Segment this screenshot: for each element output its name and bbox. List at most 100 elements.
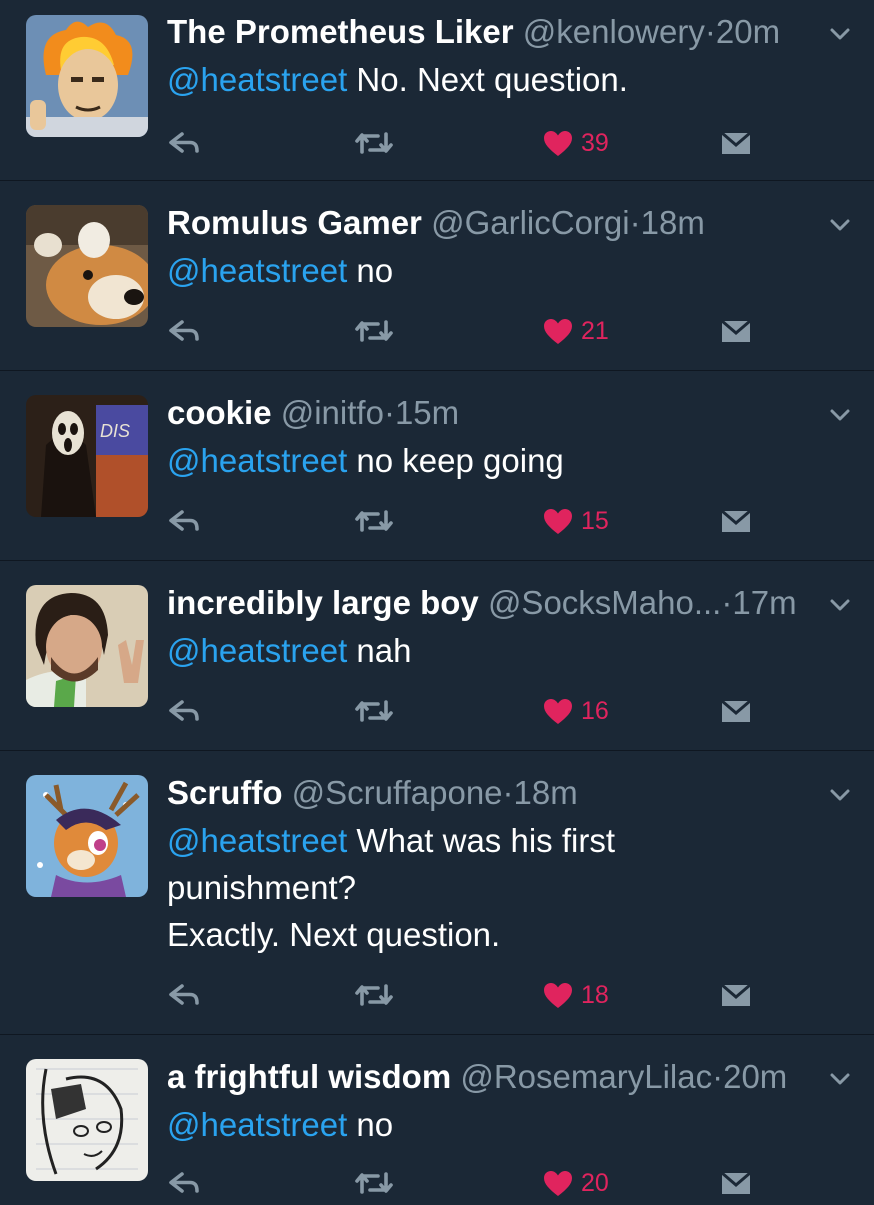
heart-icon	[543, 508, 573, 535]
reply-button[interactable]	[168, 691, 200, 731]
message-button[interactable]	[720, 123, 752, 163]
like-button[interactable]: 15	[543, 501, 609, 541]
chevron-down-icon[interactable]	[828, 783, 852, 807]
reply-icon	[168, 131, 200, 155]
heart-icon	[543, 1170, 573, 1197]
separator-dot: ·	[712, 1058, 724, 1095]
user-handle[interactable]: @kenlowery	[523, 13, 705, 50]
timestamp[interactable]: 20m	[716, 13, 780, 50]
chevron-down-icon[interactable]	[828, 1067, 852, 1091]
reply-button[interactable]	[168, 123, 200, 163]
like-count: 21	[581, 316, 609, 345]
avatar[interactable]	[26, 585, 148, 707]
timestamp[interactable]: 15m	[395, 394, 459, 431]
display-name[interactable]: cookie	[167, 394, 272, 431]
chevron-down-icon[interactable]	[828, 593, 852, 617]
tweet-text: @heatstreet no	[167, 247, 844, 294]
timestamp[interactable]: 17m	[732, 584, 796, 621]
tweet-actions: 21	[0, 311, 874, 351]
message-button[interactable]	[720, 691, 752, 731]
avatar[interactable]	[26, 205, 148, 327]
reply-button[interactable]	[168, 975, 200, 1015]
retweet-button[interactable]	[354, 311, 394, 351]
tweet-text-line: No. Next question.	[347, 61, 628, 98]
message-icon	[720, 698, 752, 724]
message-icon	[720, 508, 752, 534]
tweet-text-line: no	[347, 1106, 394, 1143]
timestamp[interactable]: 18m	[641, 204, 705, 241]
avatar[interactable]: DIS	[26, 395, 148, 517]
retweet-icon	[354, 318, 394, 344]
retweet-button[interactable]	[354, 691, 394, 731]
chevron-down-icon[interactable]	[828, 22, 852, 46]
display-name[interactable]: Romulus Gamer	[167, 204, 422, 241]
avatar[interactable]	[26, 15, 148, 137]
tweet-text-line: What was his first	[347, 822, 615, 859]
chevron-down-icon[interactable]	[828, 403, 852, 427]
separator-dot: ·	[721, 584, 733, 621]
timestamp[interactable]: 18m	[514, 774, 578, 811]
reply-button[interactable]	[168, 501, 200, 541]
message-icon	[720, 318, 752, 344]
tweet[interactable]: Romulus Gamer @GarlicCorgi·18m @heatstre…	[0, 181, 874, 371]
like-count: 18	[581, 980, 609, 1009]
mention-link[interactable]: @heatstreet	[167, 442, 347, 479]
like-button[interactable]: 18	[543, 975, 609, 1015]
tweet-actions: 20	[0, 1163, 874, 1203]
retweet-button[interactable]	[354, 123, 394, 163]
retweet-icon	[354, 130, 394, 156]
like-button[interactable]: 39	[543, 123, 609, 163]
tweet-feed: The Prometheus Liker @kenlowery·20m @hea…	[0, 0, 874, 1205]
user-handle[interactable]: @RosemaryLilac	[460, 1058, 712, 1095]
tweet[interactable]: DIS cookie @initfo·15m @heatstreet no ke…	[0, 371, 874, 561]
user-handle[interactable]: @GarlicCorgi	[431, 204, 630, 241]
retweet-icon	[354, 508, 394, 534]
tweet-text: @heatstreet What was his first punishmen…	[167, 817, 844, 958]
user-handle[interactable]: @SocksMaho...	[488, 584, 721, 621]
like-button[interactable]: 20	[543, 1163, 609, 1203]
reply-button[interactable]	[168, 1163, 200, 1203]
message-button[interactable]	[720, 975, 752, 1015]
tweet[interactable]: The Prometheus Liker @kenlowery·20m @hea…	[0, 0, 874, 181]
retweet-button[interactable]	[354, 975, 394, 1015]
user-handle[interactable]: @initfo	[281, 394, 384, 431]
display-name[interactable]: incredibly large boy	[167, 584, 479, 621]
retweet-button[interactable]	[354, 501, 394, 541]
reply-icon	[168, 983, 200, 1007]
mention-link[interactable]: @heatstreet	[167, 632, 347, 669]
mention-link[interactable]: @heatstreet	[167, 822, 347, 859]
tweet[interactable]: a frightful wisdom @RosemaryLilac·20m @h…	[0, 1035, 874, 1205]
user-handle[interactable]: @Scruffapone	[292, 774, 503, 811]
chevron-down-icon[interactable]	[828, 213, 852, 237]
display-name[interactable]: Scruffo	[167, 774, 283, 811]
reply-button[interactable]	[168, 311, 200, 351]
message-button[interactable]	[720, 501, 752, 541]
message-button[interactable]	[720, 311, 752, 351]
like-button[interactable]: 21	[543, 311, 609, 351]
separator-dot: ·	[502, 774, 514, 811]
mention-link[interactable]: @heatstreet	[167, 61, 347, 98]
like-count: 39	[581, 128, 609, 157]
reply-icon	[168, 699, 200, 723]
tweet-text-line: no keep going	[347, 442, 564, 479]
tweet[interactable]: incredibly large boy @SocksMaho...·17m @…	[0, 561, 874, 751]
like-button[interactable]: 16	[543, 691, 609, 731]
heart-icon	[543, 698, 573, 725]
display-name[interactable]: The Prometheus Liker	[167, 13, 514, 50]
tweet-text-line: nah	[347, 632, 412, 669]
tweet-text: @heatstreet no keep going	[167, 437, 844, 484]
svg-text:DIS: DIS	[100, 421, 130, 441]
tweet[interactable]: Scruffo @Scruffapone·18m @heatstreet Wha…	[0, 751, 874, 1035]
mention-link[interactable]: @heatstreet	[167, 1106, 347, 1143]
avatar[interactable]	[26, 775, 148, 897]
message-button[interactable]	[720, 1163, 752, 1203]
display-name[interactable]: a frightful wisdom	[167, 1058, 451, 1095]
tweet-header: a frightful wisdom @RosemaryLilac·20m	[167, 1055, 814, 1099]
like-count: 16	[581, 696, 609, 725]
retweet-icon	[354, 982, 394, 1008]
heart-icon	[543, 318, 573, 345]
mention-link[interactable]: @heatstreet	[167, 252, 347, 289]
timestamp[interactable]: 20m	[723, 1058, 787, 1095]
retweet-button[interactable]	[354, 1163, 394, 1203]
tweet-header: Romulus Gamer @GarlicCorgi·18m	[167, 201, 814, 245]
